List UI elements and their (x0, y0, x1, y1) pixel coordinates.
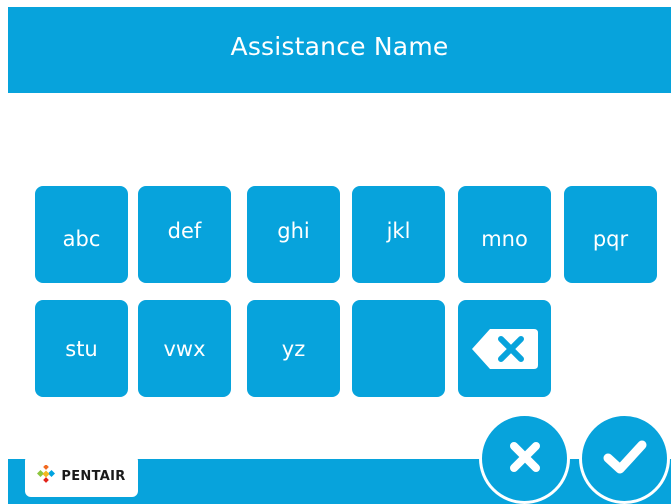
key-vwx[interactable]: vwx (138, 300, 231, 397)
key-abc[interactable]: abc (35, 186, 128, 283)
key-label: abc (62, 226, 101, 251)
pentair-logo: PENTAIR (25, 455, 138, 497)
backspace-button[interactable] (458, 300, 551, 397)
page-title: Assistance Name (230, 31, 449, 61)
confirm-button[interactable] (579, 413, 670, 504)
key-pqr[interactable]: pqr (564, 186, 657, 283)
cancel-button[interactable] (479, 413, 570, 504)
key-label: vwx (163, 336, 206, 361)
key-label: yz (281, 336, 306, 361)
pentair-logo-icon (37, 464, 56, 487)
key-label: mno (481, 226, 528, 251)
header-bar: Assistance Name (8, 7, 671, 93)
key-label: ghi (277, 218, 310, 243)
key-jkl[interactable]: jkl (352, 186, 445, 283)
key-mno[interactable]: mno (458, 186, 551, 283)
backspace-icon (470, 327, 540, 371)
key-label: def (167, 218, 202, 243)
checkmark-icon (603, 439, 647, 479)
key-label: pqr (592, 226, 629, 251)
key-stu[interactable]: stu (35, 300, 128, 397)
key-label: jkl (386, 218, 411, 243)
key-blank[interactable] (352, 300, 445, 397)
key-ghi[interactable]: ghi (247, 186, 340, 283)
key-def[interactable]: def (138, 186, 231, 283)
key-yz[interactable]: yz (247, 300, 340, 397)
close-icon (508, 440, 542, 478)
logo-text: PENTAIR (61, 468, 126, 484)
key-label: stu (65, 336, 98, 361)
